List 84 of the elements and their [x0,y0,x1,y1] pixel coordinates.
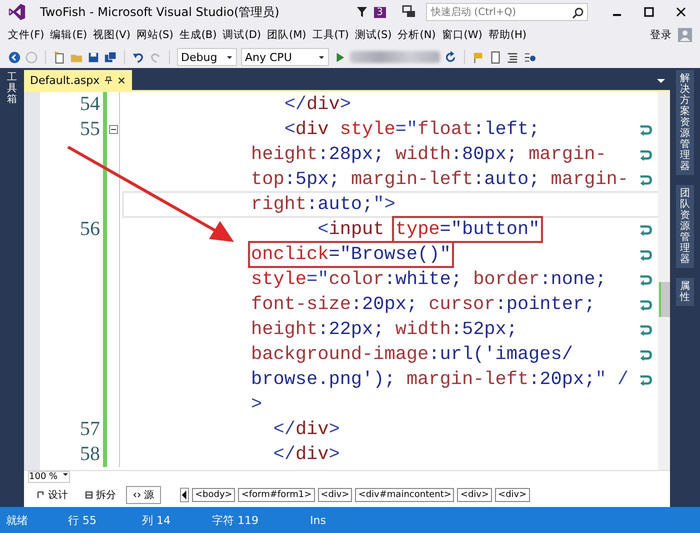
panel-tab[interactable]: 解决方案资源管理器 [676,70,694,175]
panel-tab[interactable]: 属性 [676,278,694,306]
document-icon[interactable] [489,50,502,64]
status-text: 行 55 [68,512,98,528]
code-line: font-size:20px; cursor:pointer; [250,293,596,316]
sign-in-link[interactable]: 登录 [650,28,672,42]
close-icon[interactable] [116,76,126,84]
platform-dropdown[interactable]: Any CPU [241,48,329,66]
refresh-icon[interactable] [444,50,457,64]
code-line: height:22px; width:52px; [250,318,518,341]
save-icon[interactable] [87,50,100,64]
status-text: Ins [310,514,326,526]
code-line: top:5px; margin-left:auto; margin- [250,168,630,191]
menu-item[interactable]: 文件(F) [8,28,44,42]
status-text: 列 14 [142,512,172,528]
breadcrumb-item[interactable]: <div> [457,488,492,502]
code-line: </div> [272,418,341,441]
save-all-icon[interactable] [104,50,117,64]
pin-icon[interactable] [104,76,113,84]
back-icon[interactable] [8,50,21,64]
code-line: onclick="Browse()" [124,243,638,266]
search-icon[interactable] [572,7,584,19]
caret-icon [226,54,233,60]
vertical-scrollbar[interactable] [658,92,670,470]
line-number: 54 [80,93,100,115]
split-icon [85,491,93,499]
code-line: background-image:url('images/ [250,343,574,366]
notification-badge[interactable]: 3 [374,6,386,18]
zoom-dropdown[interactable]: 100 % [28,471,70,483]
code-line: <div style="float:left; [283,118,541,141]
code-line: </div> [272,443,341,466]
window-title: TwoFish - Microsoft Visual Studio(管理员) [40,4,280,20]
dropdown-arrow-icon[interactable] [656,78,666,84]
menu-item[interactable]: 编辑(E) [50,28,88,42]
toolbox-tab[interactable]: 工具箱 [7,72,17,105]
visual-studio-logo-icon [8,3,26,21]
line-number: 56 [80,218,100,240]
code-line: browse.png'); margin-left:20px;" / [250,368,630,391]
menu-item[interactable]: 视图(V) [93,28,130,42]
line-number: 58 [80,443,100,465]
undo-icon[interactable] [132,50,145,64]
breadcrumb-item[interactable]: <form#form1> [238,488,315,502]
menu-item[interactable]: 工具(T) [312,28,349,42]
code-line: right:auto;"> [124,193,658,216]
caret-icon [318,54,325,60]
breadcrumb-item[interactable]: <div> [495,488,530,502]
filter-icon[interactable] [356,6,368,18]
maximize-icon[interactable] [643,6,655,18]
menu-item[interactable]: 调试(D) [222,28,261,42]
view-tab[interactable]: 源 [126,486,161,504]
menu-item[interactable]: 窗口(W) [442,28,482,42]
code-icon [133,491,141,499]
panel-tab[interactable]: 团队资源管理器 [676,185,694,268]
menu-item[interactable]: 测试(S) [354,28,392,42]
breadcrumb-item[interactable]: <body> [192,488,236,502]
breadcrumb-item[interactable]: <div#maincontent> [355,488,454,502]
design-icon [37,491,45,499]
quick-launch-field[interactable]: 快速启动 (Ctrl+Q) [426,3,588,21]
code-line: <input type="button" [124,218,638,241]
menu-item[interactable]: 团队(M) [267,28,306,42]
menu-item[interactable]: 分析(N) [398,28,436,42]
document-tab[interactable]: Default.aspx [24,70,132,90]
line-number: 55 [80,118,100,140]
code-line: > [250,393,264,416]
collapse-icon[interactable] [108,125,118,134]
code-line: </div> [283,93,352,116]
status-text: 字符 119 [212,512,260,528]
code-line: height:28px; width:80px; margin- [250,143,608,166]
menu-item[interactable]: 网站(S) [136,28,174,42]
line-number: 57 [80,418,100,440]
scroll-left-icon[interactable] [180,487,189,503]
breadcrumb-item[interactable]: <div> [318,488,352,502]
tab-label: Default.aspx [30,74,100,86]
menu-item[interactable]: 帮助(H) [488,28,526,42]
menu-item[interactable]: 生成(B) [179,28,217,42]
caret-icon [62,472,69,477]
feedback-icon[interactable] [402,5,416,19]
configuration-dropdown[interactable]: Debug [177,48,237,66]
code-line: style="color:white; border:none; [250,268,608,291]
scroll-thumb[interactable] [659,282,670,317]
close-icon[interactable] [675,6,687,18]
new-project-icon[interactable] [53,50,66,64]
status-text: 就绪 [6,512,29,528]
list-icon[interactable] [506,50,519,64]
